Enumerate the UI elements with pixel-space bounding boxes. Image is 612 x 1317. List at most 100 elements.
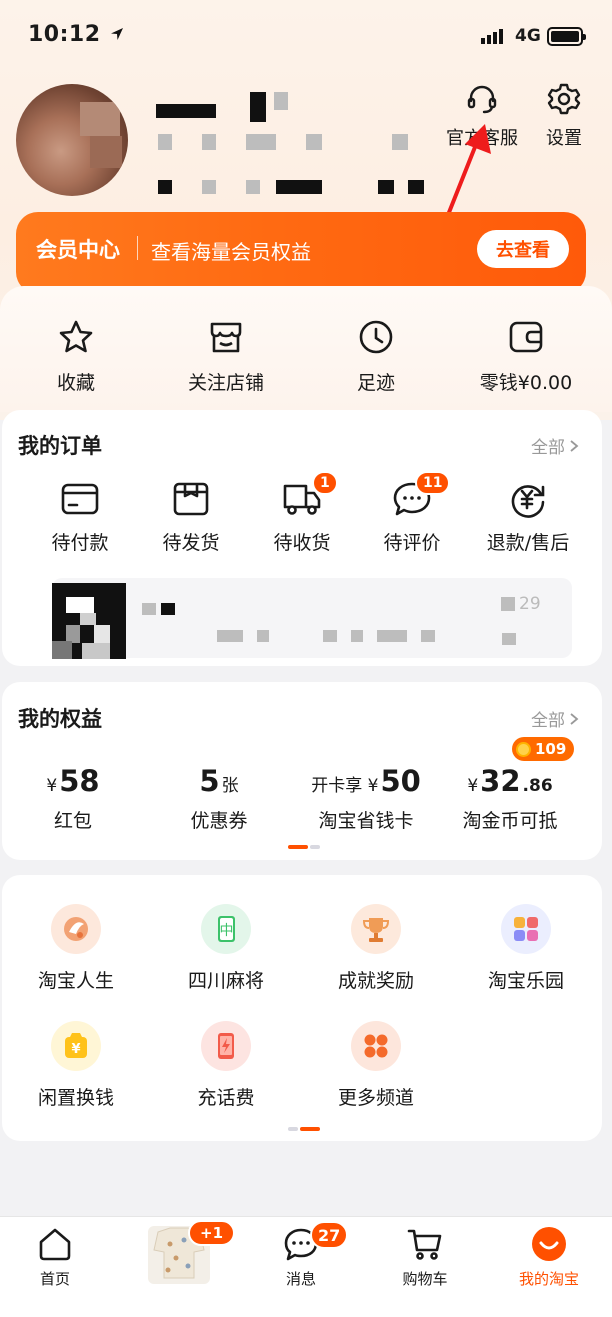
- followed-stores-button[interactable]: 关注店铺: [151, 318, 301, 395]
- mahjong-icon: 中: [201, 904, 251, 954]
- wallet-icon: [509, 321, 543, 353]
- red-packet-label: 红包: [53, 810, 92, 832]
- svg-text:中: 中: [220, 923, 234, 939]
- history-label: 足迹: [356, 372, 395, 394]
- orders-title: 我的订单: [18, 434, 102, 458]
- chevron-right-icon: [570, 712, 579, 725]
- pending-review-label: 待评价: [383, 532, 441, 554]
- order-refund-aftersale[interactable]: 退款/售后: [472, 480, 584, 555]
- savings-card-label: 淘宝省钱卡: [318, 810, 414, 832]
- order-preview-thumbnail: [52, 583, 126, 659]
- channels-pager: [288, 1127, 320, 1131]
- benefits-title: 我的权益: [18, 707, 102, 731]
- home-icon: [39, 1228, 71, 1261]
- avatar[interactable]: [16, 84, 128, 196]
- order-preview-redacted: [142, 600, 176, 619]
- refund-aftersale-label: 退款/售后: [486, 532, 570, 554]
- more-dots-icon: [351, 1021, 401, 1071]
- order-preview-time: 29: [501, 594, 541, 614]
- channel-label: 更多频道: [337, 1087, 414, 1109]
- channel-label: 闲置换钱: [37, 1087, 114, 1109]
- order-pending-review[interactable]: 待评价: [357, 480, 467, 555]
- tab-my-taobao-label: 我的淘宝: [518, 1270, 579, 1288]
- channel-label: 充话费: [197, 1087, 255, 1109]
- svg-text:¥: ¥: [71, 1042, 80, 1057]
- headset-icon: [467, 85, 497, 114]
- location-arrow-icon: [110, 28, 123, 40]
- pending-shipment-label: 待发货: [162, 532, 220, 554]
- tab-home-label: 首页: [39, 1270, 70, 1288]
- card-icon: [61, 483, 99, 515]
- life-icon: [51, 904, 101, 954]
- pending-receipt-badge: 1: [312, 471, 338, 495]
- taobao-face-icon: [532, 1227, 566, 1261]
- channel-label: 成就奖励: [337, 970, 414, 992]
- grid-apps-icon: [501, 904, 551, 954]
- pending-review-badge: 11: [415, 471, 451, 495]
- pending-payment-label: 待付款: [51, 532, 109, 554]
- tab-cart[interactable]: 购物车: [370, 1226, 480, 1289]
- channel-taobao-life[interactable]: 淘宝人生: [1, 904, 151, 993]
- battery-icon: [547, 27, 586, 46]
- wallet-label: 零钱¥0.00: [479, 372, 573, 394]
- benefit-coupons[interactable]: 5张 优惠券: [164, 764, 274, 833]
- gear-icon: [547, 83, 581, 115]
- orders-all-link[interactable]: 全部: [531, 433, 579, 458]
- settings-label: 设置: [546, 128, 582, 149]
- member-title: 会员中心: [36, 238, 120, 262]
- clock-icon: [359, 320, 393, 354]
- history-button[interactable]: 足迹: [301, 318, 451, 395]
- chevron-right-icon: [570, 439, 579, 452]
- refund-icon: [511, 485, 545, 518]
- order-preview-redacted-line: [217, 630, 435, 642]
- trophy-icon: [351, 904, 401, 954]
- channel-idle-exchange[interactable]: ¥ 闲置换钱: [1, 1021, 151, 1110]
- settings-button[interactable]: 设置: [546, 82, 582, 150]
- channel-sichuan-mahjong[interactable]: 中 四川麻将: [151, 904, 301, 993]
- tab-home[interactable]: 首页: [0, 1226, 110, 1289]
- tab-my-taobao[interactable]: 我的淘宝: [494, 1226, 604, 1289]
- member-divider: [137, 236, 138, 260]
- redacted-user-info: [158, 134, 408, 150]
- favorites-button[interactable]: 收藏: [1, 318, 151, 395]
- coupons-label: 优惠券: [190, 810, 248, 832]
- benefit-red-packet[interactable]: ¥58 红包: [18, 764, 128, 833]
- channel-more[interactable]: 更多频道: [301, 1021, 451, 1110]
- network-label: 4G: [515, 26, 541, 46]
- cart-icon: [407, 1229, 442, 1260]
- member-view-button[interactable]: 去查看: [477, 230, 569, 268]
- package-icon: [173, 482, 209, 516]
- channel-phone-recharge[interactable]: 充话费: [151, 1021, 301, 1110]
- channel-label: 淘宝人生: [37, 970, 114, 992]
- promo-badge: +1: [188, 1220, 236, 1246]
- channel-label: 四川麻将: [187, 970, 264, 992]
- channel-achievements[interactable]: 成就奖励: [301, 904, 451, 993]
- order-preview-redacted-end: [502, 630, 516, 649]
- channel-taobao-park[interactable]: 淘宝乐园: [451, 904, 601, 993]
- benefits-all-link[interactable]: 全部: [531, 706, 579, 731]
- store-icon: [210, 322, 242, 353]
- pending-receipt-label: 待收货: [273, 532, 331, 554]
- order-pending-receipt[interactable]: 待收货: [247, 480, 357, 555]
- tab-cart-label: 购物车: [402, 1270, 448, 1288]
- benefits-pager: [288, 845, 320, 849]
- coin-bag-icon: ¥: [51, 1021, 101, 1071]
- redacted-user-tags: [158, 180, 424, 194]
- taojinbi-label: 淘金币可抵: [462, 810, 558, 832]
- redacted-username: [156, 92, 288, 122]
- benefit-savings-card[interactable]: 开卡享 ¥50 淘宝省钱卡: [296, 764, 436, 833]
- member-subtitle: 查看海量会员权益: [151, 240, 311, 264]
- favorites-label: 收藏: [56, 372, 95, 394]
- benefit-taojinbi[interactable]: ¥32.86 淘金币可抵: [452, 764, 568, 833]
- coin-icon: [516, 741, 531, 757]
- coin-count-badge: 109: [512, 737, 575, 761]
- order-pending-payment[interactable]: 待付款: [25, 480, 135, 555]
- star-icon: [59, 320, 93, 353]
- messages-badge: 27: [310, 1221, 349, 1249]
- channel-label: 淘宝乐园: [487, 970, 564, 992]
- status-time: 10:12: [28, 22, 125, 47]
- followed-stores-label: 关注店铺: [187, 372, 264, 394]
- wallet-button[interactable]: 零钱¥0.00: [451, 318, 601, 395]
- order-pending-shipment[interactable]: 待发货: [136, 480, 246, 555]
- order-preview-strip[interactable]: [52, 578, 572, 658]
